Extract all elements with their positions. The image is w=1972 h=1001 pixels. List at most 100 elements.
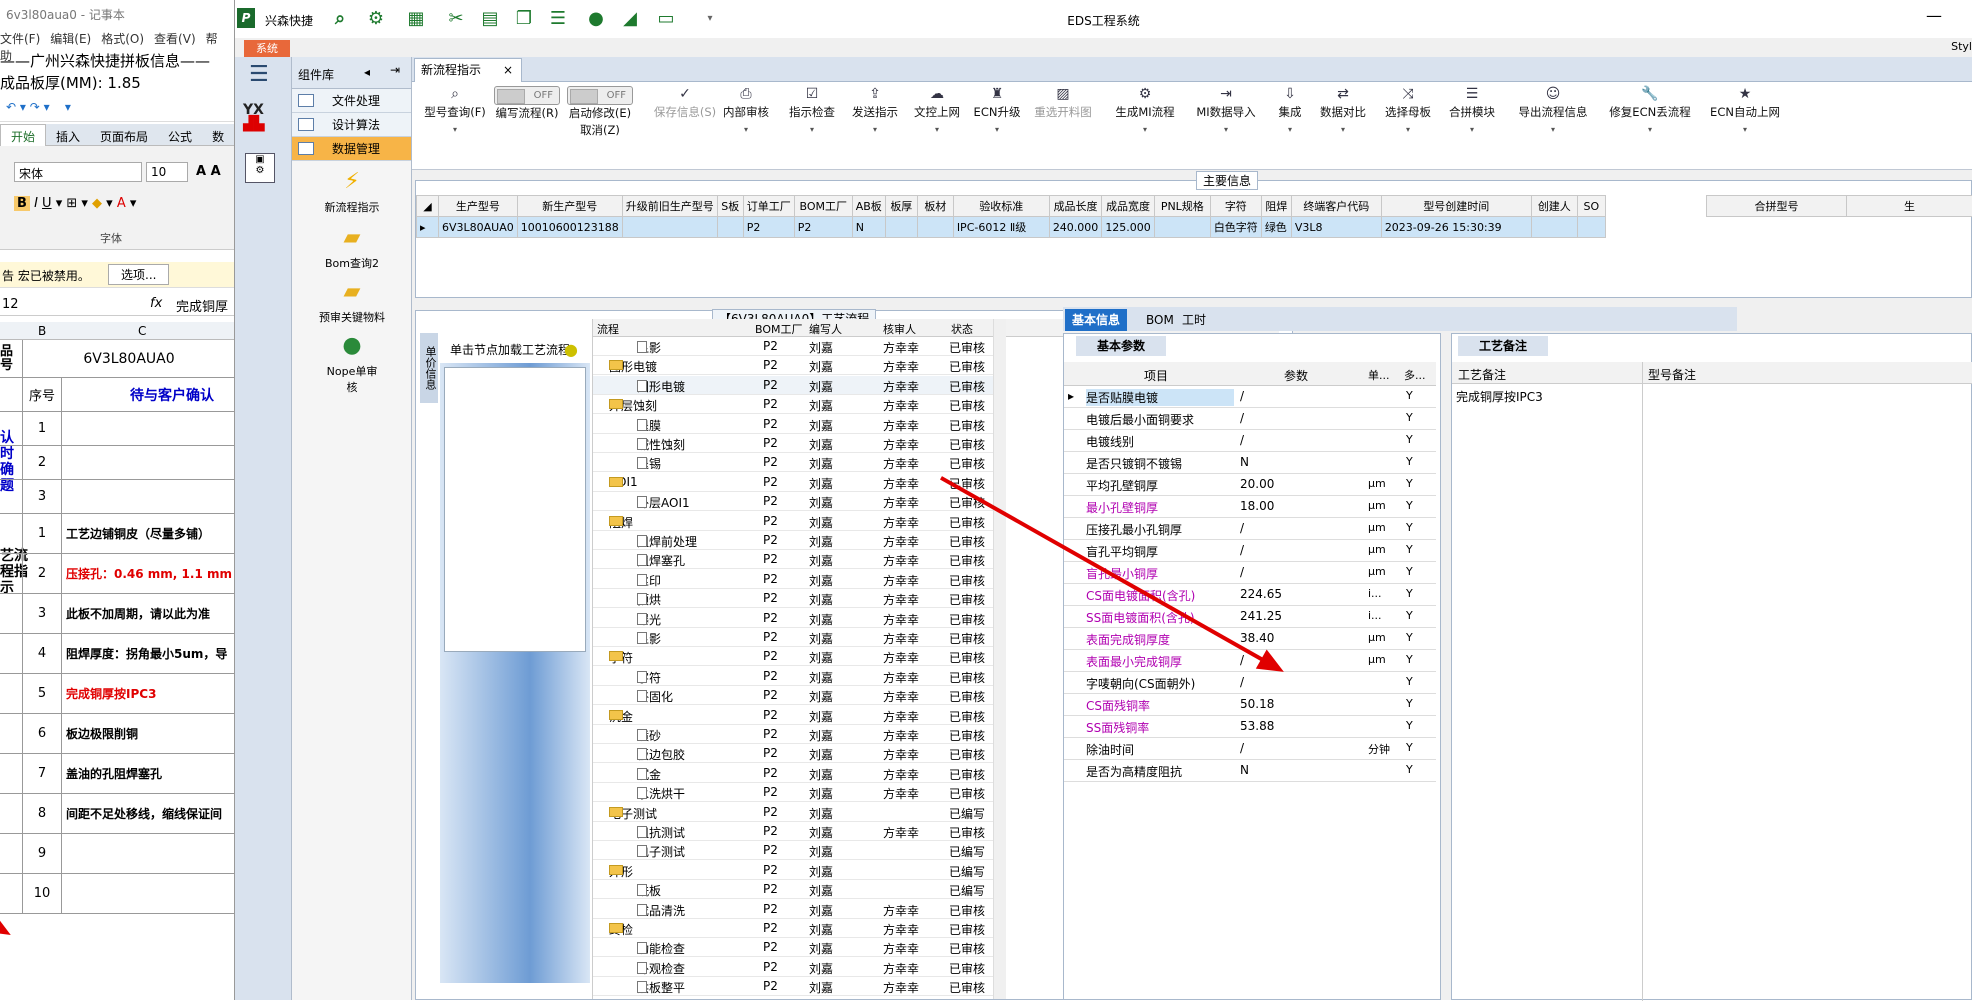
param-row[interactable]: 字唛朝向(CS面朝外)/Y: [1064, 672, 1436, 694]
excel-tab-layout[interactable]: 页面布局: [90, 125, 158, 148]
main-info-cell[interactable]: [917, 217, 953, 238]
main-info-cell[interactable]: 绿色: [1261, 217, 1291, 238]
font-size-select[interactable]: 10: [146, 162, 188, 182]
instruction-cell[interactable]: 此板不加周期，请以此为准: [66, 594, 235, 633]
param-row[interactable]: 盲孔平均铜厚/μmY: [1064, 540, 1436, 562]
flow-tree-row[interactable]: 沉金P2刘嘉方幸幸已审核: [593, 764, 993, 783]
instruction-cell[interactable]: 阻焊厚度：拐角最小5um，导: [66, 634, 235, 673]
seq-cell[interactable]: 2: [22, 446, 62, 479]
param-value[interactable]: /: [1240, 389, 1360, 403]
main-info-cell[interactable]: 白色字符: [1210, 217, 1261, 238]
main-col-header[interactable]: SO: [1577, 196, 1605, 217]
flow-tree-row[interactable]: 电子测试P2刘嘉已编写: [593, 841, 993, 860]
main-col-header[interactable]: 成品宽度: [1102, 196, 1155, 217]
confirm-header-cell[interactable]: 待与客户确认: [130, 378, 235, 411]
dropdown-arrow-icon[interactable]: ▾: [1442, 121, 1502, 138]
instruction-cell[interactable]: [66, 446, 235, 479]
seq-cell[interactable]: 1: [22, 412, 62, 445]
library-item-algorithm[interactable]: 设计算法: [292, 113, 411, 137]
param-value[interactable]: 53.88: [1240, 719, 1360, 733]
dropdown-arrow-icon[interactable]: ▾: [1106, 121, 1184, 138]
param-value[interactable]: 20.00: [1240, 477, 1360, 491]
dropdown-arrow-icon[interactable]: ▾: [1702, 121, 1788, 138]
flow-tree-row[interactable]: 板边包胶P2刘嘉方幸幸已审核: [593, 744, 993, 763]
main-info-cell[interactable]: [1577, 217, 1605, 238]
dropdown-arrow-icon[interactable]: ▾: [908, 121, 966, 138]
param-value[interactable]: 38.40: [1240, 631, 1360, 645]
flow-tree-row[interactable]: 曝光P2刘嘉方幸幸已审核: [593, 609, 993, 628]
param-value[interactable]: /: [1240, 521, 1360, 535]
main-col-header[interactable]: 阻焊: [1261, 196, 1291, 217]
col-unit[interactable]: 单...: [1368, 367, 1390, 383]
instruction-cell[interactable]: [66, 480, 235, 513]
param-value[interactable]: /: [1240, 411, 1360, 425]
instruction-cell[interactable]: [66, 412, 235, 445]
flow-tree-row[interactable]: 阻抗测试P2刘嘉方幸幸已审核: [593, 822, 993, 841]
seq-cell[interactable]: 6: [22, 714, 62, 753]
flow-tree-row[interactable]: 喷砂P2刘嘉方幸幸已审核: [593, 725, 993, 744]
flow-tree-row[interactable]: −AOI1P2刘嘉方幸幸已审核: [593, 473, 993, 492]
main-col-header[interactable]: AB板: [852, 196, 885, 217]
minimize-icon[interactable]: —: [1926, 6, 1942, 25]
col-multi[interactable]: 多...: [1404, 367, 1426, 383]
toggle-switch[interactable]: OFF: [494, 86, 560, 105]
instruction-cell[interactable]: [66, 834, 235, 873]
process-remark-value[interactable]: 完成铜厚按IPC3: [1456, 388, 1543, 405]
ribbon-button-5[interactable]: ☑指示检查▾: [782, 86, 842, 138]
dropdown-arrow-icon[interactable]: ▾: [1378, 121, 1438, 138]
main-col-header[interactable]: 升级前旧生产型号: [622, 196, 717, 217]
flow-tree-row[interactable]: 预烘P2刘嘉方幸幸已审核: [593, 589, 993, 608]
param-value[interactable]: /: [1240, 565, 1360, 579]
seq-cell[interactable]: 7: [22, 754, 62, 793]
dropdown-arrow-icon[interactable]: ▾: [782, 121, 842, 138]
col-bom-factory[interactable]: BOM工厂: [755, 321, 803, 337]
toggle-switch[interactable]: OFF: [567, 86, 633, 105]
seq-cell[interactable]: 3: [22, 480, 62, 513]
dropdown-arrow-icon[interactable]: ▾: [1510, 121, 1596, 138]
formula-input[interactable]: 完成铜厚: [176, 296, 228, 315]
flow-tree-row[interactable]: 图形电镀P2刘嘉方幸幸已审核: [593, 376, 993, 395]
main-col-header[interactable]: BOM工厂: [794, 196, 852, 217]
flow-tree-row[interactable]: 外观检查P2刘嘉方幸幸已审核: [593, 958, 993, 977]
param-row[interactable]: 电镀线别/Y: [1064, 430, 1436, 452]
library-item-file[interactable]: 文件处理: [292, 89, 411, 113]
seq-cell[interactable]: 5: [22, 674, 62, 713]
main-col-header[interactable]: 板材: [917, 196, 953, 217]
main-col-header[interactable]: 新生产型号: [517, 196, 622, 217]
ribbon-button-1[interactable]: OFF编写流程(R): [494, 86, 560, 122]
param-row[interactable]: CS面残铜率50.18Y: [1064, 694, 1436, 716]
library-item-data[interactable]: 数据管理: [292, 137, 411, 161]
menu-icon[interactable]: ☰: [249, 62, 269, 87]
main-info-cell[interactable]: IPC-6012 Ⅱ级: [953, 217, 1049, 238]
macro-options-button[interactable]: 选项...: [108, 264, 169, 285]
grow-font-icon[interactable]: A A: [196, 164, 221, 179]
format-buttons[interactable]: B I U ▾ ⊞ ▾ ◆ ▾ A ▾: [14, 196, 136, 211]
col-model-remark[interactable]: 型号备注: [1648, 366, 1696, 383]
merge-col-header[interactable]: 合拼型号: [1707, 196, 1847, 217]
row-selector-icon[interactable]: ▸: [417, 217, 439, 238]
dropdown-arrow-icon[interactable]: ▾: [420, 121, 490, 138]
col-reviewer[interactable]: 核审人: [883, 321, 916, 337]
param-row[interactable]: 是否只镀铜不镀锡NY: [1064, 452, 1436, 474]
notepad-menu-format[interactable]: 格式(O): [101, 32, 144, 46]
param-value[interactable]: /: [1240, 675, 1360, 689]
seq-cell[interactable]: 9: [22, 834, 62, 873]
main-info-cell[interactable]: [1154, 217, 1210, 238]
flow-tree-row[interactable]: −包装P2刘嘉方幸幸已审核: [593, 997, 993, 999]
name-box[interactable]: 12: [2, 297, 87, 312]
param-value[interactable]: /: [1240, 741, 1360, 755]
ribbon-button-8[interactable]: ♜ECN升级▾: [972, 86, 1022, 138]
dropdown-arrow-icon[interactable]: ▾: [1270, 121, 1310, 138]
dropdown-arrow-icon[interactable]: ▾: [1188, 121, 1264, 138]
seq-cell[interactable]: 10: [22, 874, 62, 913]
instruction-cell[interactable]: [66, 874, 235, 913]
dropdown-arrow-icon[interactable]: ▾: [972, 121, 1022, 138]
factory-icon[interactable]: YX▟▙: [243, 103, 279, 139]
dropdown-arrow-icon[interactable]: ▾: [844, 121, 906, 138]
main-info-cell[interactable]: 10010600123188: [517, 217, 622, 238]
close-icon[interactable]: ×: [503, 59, 513, 81]
col-flow[interactable]: 流程: [597, 321, 619, 337]
system-tab[interactable]: 系统: [244, 40, 290, 57]
instruction-cell[interactable]: 间距不足处移线，缩线保证间: [66, 794, 235, 833]
flow-tree-row[interactable]: 显影P2刘嘉方幸幸已审核: [593, 337, 993, 356]
